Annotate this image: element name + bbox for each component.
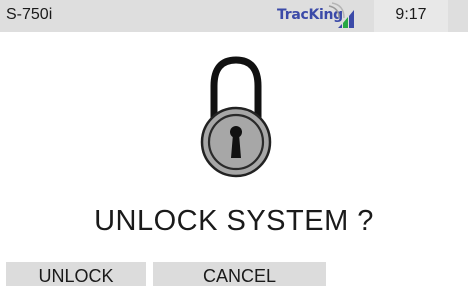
device-model-label: S-750i [6, 6, 53, 23]
dialog-title: UNLOCK SYSTEM ? [94, 205, 374, 237]
tracking-logo: TracKing [277, 2, 361, 30]
unlock-button[interactable]: UNLOCK [6, 262, 146, 286]
signal-icon [328, 2, 354, 28]
padlock-icon [200, 56, 272, 178]
clock-box: 9:17 [374, 0, 448, 32]
status-bar: S-750i TracKing 9:17 [0, 0, 468, 32]
unlock-screen: S-750i TracKing 9:17 UNLOCK SYSTEM ? UNL… [0, 0, 468, 286]
clock: 9:17 [395, 6, 427, 23]
cancel-button[interactable]: CANCEL [153, 262, 326, 286]
